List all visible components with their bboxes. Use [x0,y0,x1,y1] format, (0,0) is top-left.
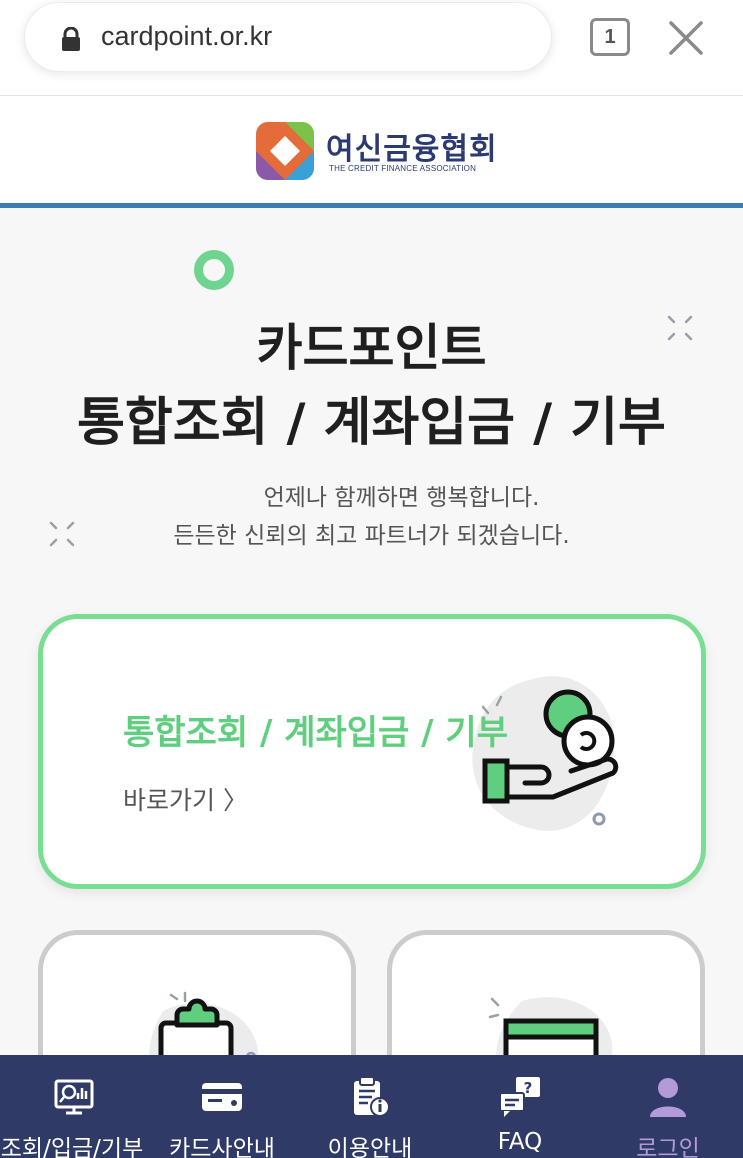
hand-coin-icon [472,676,619,831]
main-card-title: 통합조회 / 계좌입금 / 기부 [123,713,508,753]
nav-item-login[interactable]: 로그인 [594,1055,742,1158]
nav-label: 카드사안내 [169,1136,275,1158]
hero-subtitle-line1: 언제나 함께하면 행복합니다. [263,485,540,511]
tab-switcher-button[interactable]: 1 [590,18,630,56]
hero-title-line2: 통합조회 / 계좌입금 / 기부 [77,393,666,453]
site-header: 여신금융협회 THE CREDIT FINANCE ASSOCIATION [0,96,743,208]
browser-toolbar: cardpoint.or.kr 1 [0,0,743,96]
decorative-ring [194,250,234,290]
logo-subtext: THE CREDIT FINANCE ASSOCIATION [329,164,477,173]
integrated-inquiry-card[interactable]: 통합조회 / 계좌입금 / 기부 바로가기 〉 [38,614,706,889]
shortcut-link[interactable]: 바로가기 〉 [123,781,248,817]
faq-icon: ? [499,1077,540,1117]
monitor-search-icon [54,1079,94,1115]
nav-item-card-companies[interactable]: 카드사안내 [148,1055,296,1158]
user-icon [650,1078,686,1117]
nav-item-faq[interactable]: ? FAQ [446,1055,594,1158]
bottom-navigation: 조회/입금/기부 카드사안내 이용안내 ? FAQ 로그인 [0,1055,743,1158]
hero-subtitle-line2: 든든한 신뢰의 최고 파트너가 되겠습니다. [173,523,570,549]
hero-title-line1: 카드포인트 [256,319,487,377]
address-bar[interactable]: cardpoint.or.kr [24,2,552,72]
nav-label: FAQ [497,1129,543,1155]
nav-label: 이용안내 [327,1136,413,1158]
nav-item-inquiry[interactable]: 조회/입금/기부 [0,1055,148,1158]
nav-label-active: 로그인 [636,1136,700,1158]
clipboard-info-icon [354,1076,390,1117]
logo-icon[interactable] [256,122,314,180]
url-text: cardpoint.or.kr [101,21,273,51]
logo-text: 여신금융협회 [326,132,498,167]
nav-item-usage-guide[interactable]: 이용안내 [296,1055,444,1158]
close-icon[interactable] [666,18,706,58]
nav-label: 조회/입금/기부 [0,1136,144,1158]
svg-text:?: ? [524,1079,533,1097]
lock-icon [62,27,80,51]
card-icon [202,1083,242,1111]
